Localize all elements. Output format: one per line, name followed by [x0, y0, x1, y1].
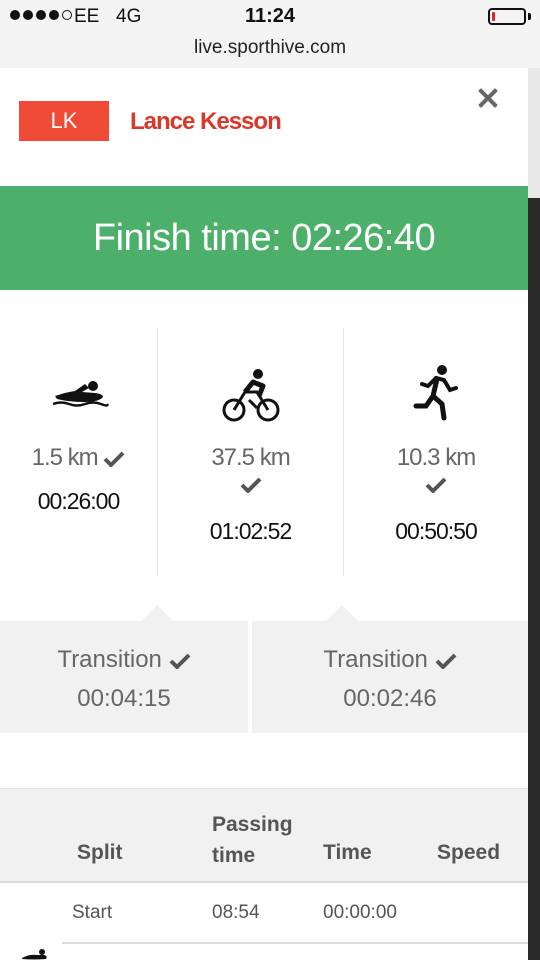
- close-icon[interactable]: [472, 82, 504, 114]
- run-check: [344, 476, 528, 494]
- run-time: 00:50:50: [395, 518, 478, 544]
- transition-1-label: Transition: [57, 646, 162, 673]
- bike-distance: 37.5 km: [211, 444, 290, 471]
- address-bar[interactable]: live.sporthive.com: [0, 36, 540, 69]
- discipline-run: 10.3 km 00:50:50: [344, 328, 528, 576]
- transition-1: Transition 00:04:15: [0, 621, 248, 733]
- checkmark-icon: [240, 477, 261, 493]
- passing-header-line2: time: [212, 844, 256, 867]
- column-header-split: Split: [77, 841, 123, 864]
- background-page-edge-top: [528, 68, 540, 198]
- athlete-initials-badge: LK: [19, 101, 109, 141]
- checkmark-icon: [169, 653, 190, 669]
- discipline-swim: 1.5 km 00:26:00: [0, 328, 157, 576]
- transition-2-label: Transition: [323, 646, 428, 673]
- url-text[interactable]: live.sporthive.com: [194, 37, 346, 58]
- status-bar: EE 4G 11:24: [0, 0, 540, 36]
- transition-1-label-row: Transition: [0, 646, 248, 674]
- finish-time-banner: Finish time: 02:26:40: [0, 186, 528, 290]
- swim-distance-value: 1.5 km: [31, 444, 99, 471]
- swim-icon: [0, 364, 157, 424]
- status-clock: 11:24: [244, 5, 296, 27]
- athlete-name: Lance Kesson: [130, 108, 282, 135]
- column-header-time: Time: [323, 841, 372, 864]
- row-divider: [62, 942, 528, 944]
- battery-icon: [488, 8, 526, 25]
- row-passing-time: 08:54: [212, 902, 260, 923]
- transition-pointer: [326, 605, 358, 621]
- row-split: Start: [72, 902, 113, 923]
- transition-1-time: 00:04:15: [77, 685, 171, 712]
- row-time: 00:00:00: [323, 902, 397, 923]
- run-distance: 10.3 km: [396, 444, 476, 471]
- checkmark-icon: [103, 451, 125, 467]
- passing-header-line1: Passing: [212, 813, 293, 836]
- table-header: Split Passing time Time Speed: [0, 788, 528, 883]
- transition-2-label-row: Transition: [252, 646, 528, 674]
- bike-time: 01:02:52: [209, 518, 293, 544]
- run-icon: [344, 364, 528, 424]
- battery-tip: [528, 13, 531, 20]
- column-header-passing-time: Passing time: [212, 809, 312, 871]
- athlete-results-modal: LK Lance Kesson Finish time: 02:26:40 1.…: [0, 68, 528, 960]
- transition-2-time: 00:02:46: [343, 685, 437, 712]
- transition-pointer: [141, 605, 173, 621]
- swim-distance: 1.5 km: [0, 444, 157, 472]
- discipline-bike: 37.5 km 01:02:52: [158, 328, 343, 576]
- column-header-speed: Speed: [437, 841, 501, 864]
- checkmark-icon: [425, 477, 447, 493]
- background-page-edge: [528, 68, 540, 960]
- bike-check: [158, 476, 343, 494]
- swim-icon: [20, 948, 50, 967]
- checkmark-icon: [435, 653, 456, 669]
- bike-icon: [158, 364, 343, 424]
- table-row[interactable]: Start 08:54 00:00:00: [0, 882, 528, 942]
- swim-time: 00:26:00: [37, 488, 121, 514]
- transition-2: Transition 00:02:46: [252, 621, 528, 733]
